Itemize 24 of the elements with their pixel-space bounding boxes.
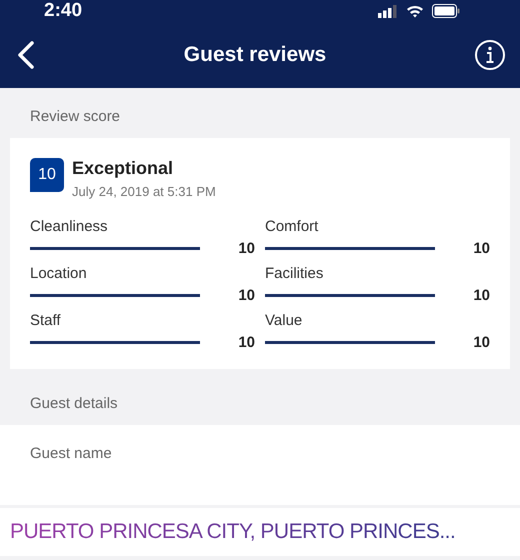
info-button[interactable] (474, 39, 506, 71)
category-score: 10 (472, 288, 490, 304)
category-label: Cleanliness (30, 218, 108, 236)
category-label: Staff (30, 312, 61, 330)
signal-icon (378, 4, 398, 18)
category-score: 10 (237, 335, 255, 351)
category-label: Value (265, 312, 302, 330)
review-date: July 24, 2019 at 5:31 PM (72, 182, 216, 201)
status-time: 2:40 (44, 2, 82, 20)
section-label: Guest details (29, 394, 119, 414)
wifi-icon (406, 4, 424, 18)
category-score: 10 (472, 241, 490, 257)
category-label: Facilities (265, 265, 324, 283)
battery-icon (432, 4, 460, 18)
screen-title: Guest reviews (184, 42, 326, 68)
score-badge: 10 (30, 158, 64, 192)
rating-label: Exceptional (72, 158, 174, 178)
category-score: 10 (472, 335, 490, 351)
field-label: Guest name (30, 444, 113, 464)
category-score: 10 (237, 241, 255, 257)
category-label: Comfort (265, 218, 318, 236)
category-score: 10 (237, 288, 255, 304)
section-label: Review score (29, 107, 122, 127)
category-label: Location (30, 265, 87, 283)
